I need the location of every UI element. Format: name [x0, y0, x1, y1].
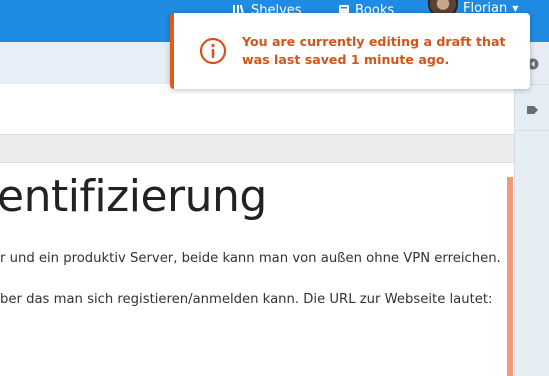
editor-content[interactable]: entifizierung r und ein produktiv Server… [0, 163, 514, 376]
editor-sidebar [514, 42, 549, 376]
scrollbar[interactable] [507, 177, 513, 376]
tag-icon [526, 106, 538, 114]
wysiwyg-toolbar [0, 134, 514, 163]
info-circle-icon [199, 37, 227, 65]
notification-message: You are currently editing a draft that w… [242, 34, 506, 67]
content-heading: entifizierung [0, 171, 267, 222]
content-paragraph: ber das man sich registieren/anmelden ka… [0, 292, 493, 307]
caret-down-icon: ▼ [512, 3, 519, 13]
draft-notification[interactable]: You are currently editing a draft that w… [170, 13, 530, 89]
content-paragraph: r und ein produktiv Server, beide kann m… [0, 251, 501, 266]
page-title-area[interactable] [0, 84, 514, 134]
tags-button[interactable] [515, 90, 549, 131]
